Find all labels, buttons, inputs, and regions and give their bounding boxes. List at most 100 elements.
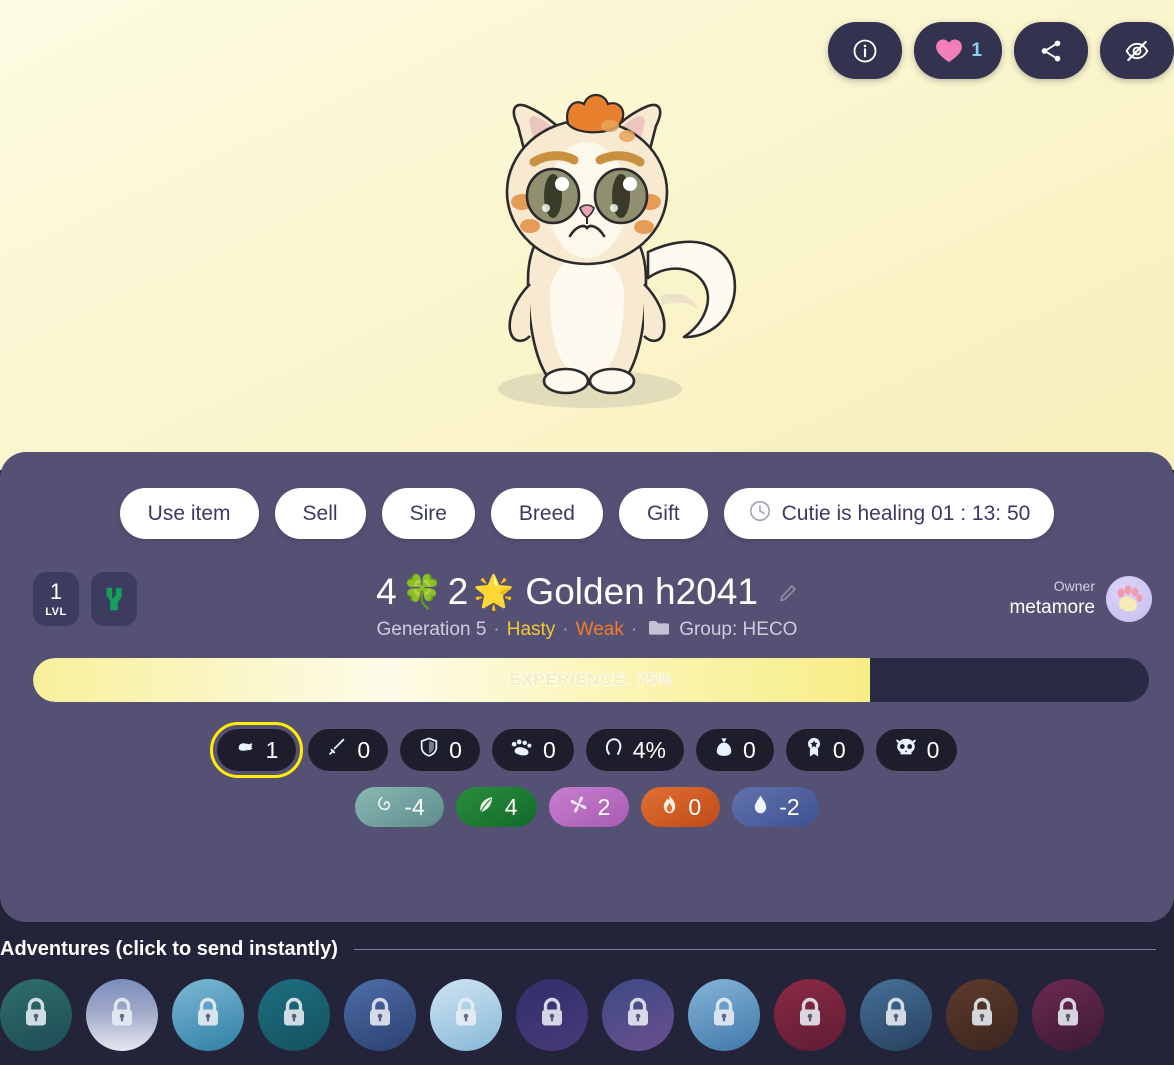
element-value: -2 bbox=[779, 793, 800, 820]
clover-icon: 🍀 bbox=[401, 573, 443, 611]
adventures-section: Adventures (click to send instantly) bbox=[0, 938, 1174, 1051]
shield-icon bbox=[418, 736, 440, 764]
folder-icon bbox=[648, 619, 670, 642]
adventures-divider bbox=[353, 949, 1156, 950]
element-droplet[interactable]: -2 bbox=[732, 787, 819, 827]
stat-skull[interactable]: 0 bbox=[875, 729, 958, 771]
breed-button[interactable]: Breed bbox=[490, 488, 603, 539]
paws-icon bbox=[510, 736, 534, 764]
lock-icon bbox=[451, 996, 481, 1035]
owner-label: Owner bbox=[1053, 578, 1095, 595]
separator-1: · bbox=[493, 619, 500, 641]
clover-count: 4 bbox=[376, 571, 397, 612]
stat-value: 1 bbox=[265, 736, 279, 763]
lock-icon bbox=[1053, 996, 1083, 1035]
lock-icon bbox=[709, 996, 739, 1035]
adventure-4[interactable] bbox=[258, 979, 330, 1051]
element-spiral[interactable]: -4 bbox=[355, 787, 444, 827]
info-button[interactable] bbox=[828, 22, 903, 79]
info-icon bbox=[851, 37, 879, 65]
skull-icon bbox=[894, 736, 918, 764]
stat-moneybag[interactable]: 0 bbox=[696, 729, 774, 771]
adventure-12[interactable] bbox=[946, 979, 1018, 1051]
adventure-13[interactable] bbox=[1032, 979, 1104, 1051]
stat-value: 0 bbox=[832, 736, 846, 763]
element-value: 0 bbox=[688, 793, 702, 820]
stat-value: 0 bbox=[542, 736, 556, 763]
element-leaf[interactable]: 4 bbox=[455, 787, 537, 827]
leaf-icon bbox=[475, 794, 496, 821]
like-button[interactable]: 1 bbox=[914, 22, 1002, 79]
medal-icon bbox=[804, 736, 824, 764]
adventure-8[interactable] bbox=[602, 979, 674, 1051]
stat-shield[interactable]: 0 bbox=[400, 729, 480, 771]
adventure-3[interactable] bbox=[172, 979, 244, 1051]
element-value: 4 bbox=[504, 793, 518, 820]
element-value: -4 bbox=[404, 793, 425, 820]
droplet-icon bbox=[751, 794, 770, 821]
group-label: Group: HECO bbox=[679, 619, 798, 641]
adventure-7[interactable] bbox=[516, 979, 588, 1051]
adventure-5[interactable] bbox=[344, 979, 416, 1051]
lock-icon bbox=[967, 996, 997, 1035]
stat-sword[interactable]: 0 bbox=[308, 729, 389, 771]
healing-status-button[interactable]: Cutie is healing 01 : 13: 50 bbox=[723, 488, 1055, 539]
adventure-1[interactable] bbox=[0, 979, 72, 1051]
lock-icon bbox=[21, 996, 51, 1035]
element-flame[interactable]: 0 bbox=[641, 787, 721, 827]
generation-label: Generation 5 bbox=[376, 619, 487, 641]
stat-glove[interactable]: 1 bbox=[209, 722, 304, 778]
avatar[interactable] bbox=[1106, 576, 1152, 622]
lock-icon bbox=[279, 996, 309, 1035]
stat-value: 0 bbox=[926, 736, 940, 763]
adventure-9[interactable] bbox=[688, 979, 760, 1051]
stat-value: 0 bbox=[743, 736, 756, 763]
condition-label: Weak bbox=[575, 619, 624, 641]
lock-icon bbox=[537, 996, 567, 1035]
flame-icon bbox=[660, 794, 679, 821]
clock-icon bbox=[748, 499, 772, 529]
stat-paws[interactable]: 0 bbox=[491, 729, 574, 771]
lock-icon bbox=[193, 996, 223, 1035]
title-block: 4 🍀 2 🌟 Golden h2041 Generation 5 · Hast… bbox=[0, 571, 1174, 642]
adventures-header: Adventures (click to send instantly) bbox=[0, 938, 1174, 961]
horseshoe-icon bbox=[604, 736, 624, 764]
sell-button[interactable]: Sell bbox=[274, 488, 366, 539]
gift-button[interactable]: Gift bbox=[618, 488, 708, 539]
cutie-name: Golden h2041 bbox=[525, 571, 758, 612]
hide-button[interactable] bbox=[1100, 22, 1174, 79]
stat-medal[interactable]: 0 bbox=[785, 729, 864, 771]
stat-value: 0 bbox=[449, 736, 462, 763]
experience-bar: EXPERIENCE: 75% bbox=[33, 658, 1149, 702]
adventure-10[interactable] bbox=[774, 979, 846, 1051]
adventure-6[interactable] bbox=[430, 979, 502, 1051]
stats-row: 1 0 0 0 4% 0 0 0 bbox=[0, 722, 1174, 778]
stat-horseshoe[interactable]: 4% bbox=[585, 729, 685, 771]
experience-label: EXPERIENCE: 75% bbox=[509, 670, 673, 689]
hero-action-buttons: 1 bbox=[828, 22, 1174, 79]
adventure-11[interactable] bbox=[860, 979, 932, 1051]
share-icon bbox=[1038, 38, 1064, 64]
glove-icon bbox=[235, 736, 257, 764]
element-value: 2 bbox=[597, 793, 611, 820]
cutie-subtitle: Generation 5 · Hasty · Weak · Group: HEC… bbox=[0, 619, 1174, 642]
lock-icon bbox=[365, 996, 395, 1035]
element-whirlwind[interactable]: 2 bbox=[548, 787, 630, 827]
cutie-character-image bbox=[422, 84, 752, 424]
separator-2: · bbox=[562, 619, 569, 641]
lock-icon bbox=[107, 996, 137, 1035]
adventures-list bbox=[0, 979, 1174, 1051]
sire-button[interactable]: Sire bbox=[381, 488, 475, 539]
moneybag-icon bbox=[714, 736, 734, 764]
lock-icon bbox=[795, 996, 825, 1035]
edit-name-icon[interactable] bbox=[777, 572, 798, 613]
share-button[interactable] bbox=[1014, 22, 1088, 79]
healing-status-label: Cutie is healing 01 : 13: 50 bbox=[781, 501, 1031, 525]
sword-icon bbox=[326, 736, 348, 764]
adventure-2[interactable] bbox=[86, 979, 158, 1051]
action-button-row: Use item Sell Sire Breed Gift Cutie is h… bbox=[0, 452, 1174, 539]
owner-block[interactable]: Owner metamore bbox=[1009, 576, 1152, 622]
use-item-button[interactable]: Use item bbox=[119, 488, 259, 539]
eye-off-icon bbox=[1123, 38, 1151, 64]
cutie-detail-panel: Use item Sell Sire Breed Gift Cutie is h… bbox=[0, 452, 1174, 922]
